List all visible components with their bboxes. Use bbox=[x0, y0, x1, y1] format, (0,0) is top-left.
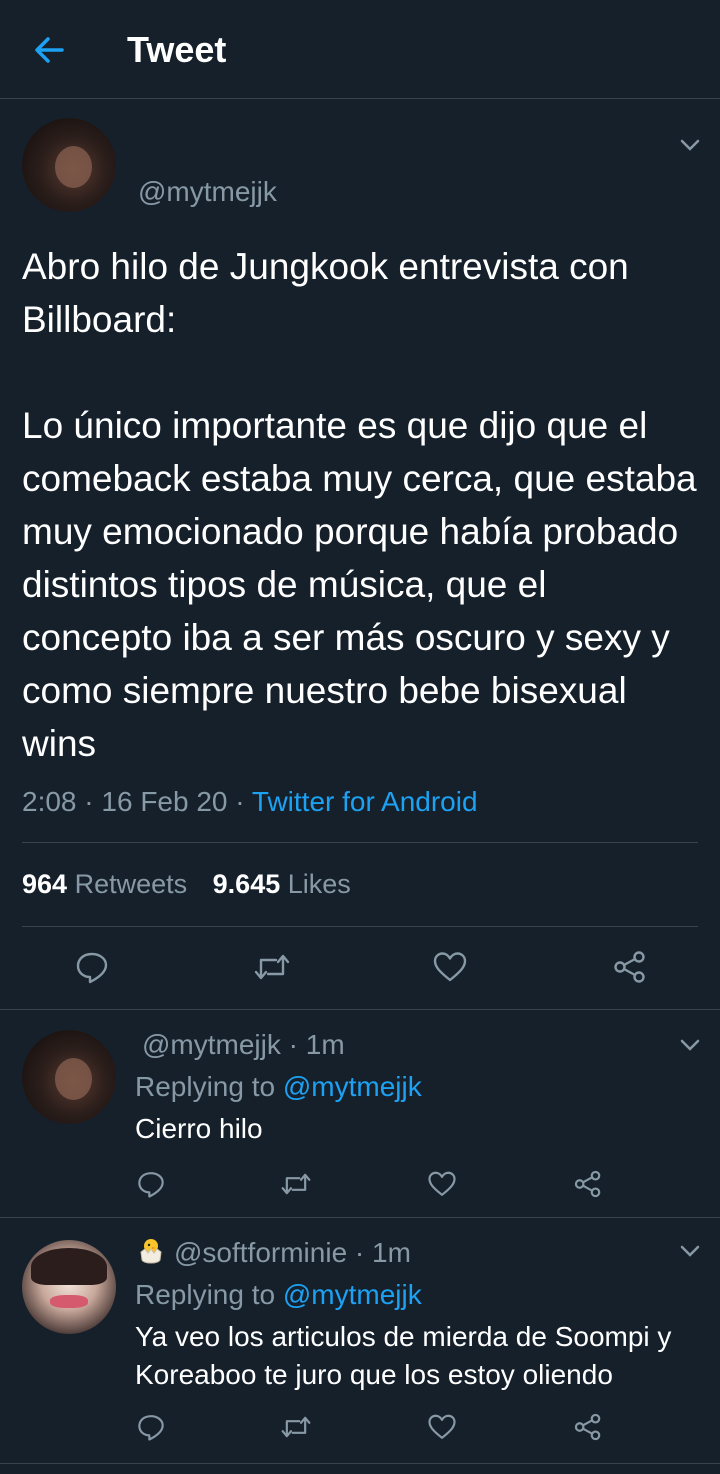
reply-author-handle[interactable]: @mytmejjk bbox=[142, 1029, 281, 1060]
retweet-icon[interactable] bbox=[277, 1408, 315, 1446]
retweet-icon[interactable] bbox=[250, 945, 294, 989]
reply-text: Ya veo los articulos de mierda de Soompi… bbox=[135, 1321, 672, 1390]
tweet-text: Abro hilo de Jungkook entrevista con Bil… bbox=[22, 246, 697, 764]
page-title: Tweet bbox=[127, 29, 227, 70]
reply-time: 1m bbox=[372, 1237, 411, 1268]
replying-to-label: Replying to bbox=[135, 1279, 276, 1310]
like-icon[interactable] bbox=[428, 945, 472, 989]
reply-divider bbox=[0, 1217, 720, 1218]
reply-author-handle[interactable]: @softforminie bbox=[174, 1237, 347, 1268]
retweets-count: 964 bbox=[22, 869, 68, 899]
like-icon[interactable] bbox=[423, 1408, 461, 1446]
tweet-time: 2:08 bbox=[22, 786, 77, 817]
tweet-date: 16 Feb 20 bbox=[101, 786, 228, 817]
header-bar: Tweet bbox=[0, 0, 720, 98]
main-tweet-divider bbox=[0, 1009, 720, 1010]
replying-to-label: Replying to bbox=[135, 1071, 276, 1102]
share-icon[interactable] bbox=[569, 1408, 607, 1446]
avatar[interactable] bbox=[22, 1030, 116, 1124]
chevron-down-icon[interactable] bbox=[675, 1030, 705, 1060]
replying-to-link[interactable]: @mytmejjk bbox=[283, 1071, 422, 1102]
avatar[interactable] bbox=[22, 118, 116, 212]
header-divider bbox=[0, 98, 720, 99]
back-arrow-icon[interactable] bbox=[30, 30, 70, 70]
chevron-down-icon[interactable] bbox=[675, 130, 705, 160]
replying-to-link[interactable]: @mytmejjk bbox=[283, 1279, 422, 1310]
stats-divider bbox=[22, 926, 698, 927]
likes-count: 9.645 bbox=[212, 869, 281, 899]
reply-divider bbox=[0, 1463, 720, 1464]
reply-text: Cierro hilo bbox=[135, 1113, 263, 1144]
like-icon[interactable] bbox=[423, 1165, 461, 1203]
share-icon[interactable] bbox=[608, 945, 652, 989]
tweet-meta: 2:08 · 16 Feb 20 · Twitter for Android bbox=[22, 786, 478, 817]
avatar[interactable] bbox=[22, 1240, 116, 1334]
reply-time: 1m bbox=[305, 1029, 345, 1060]
share-icon[interactable] bbox=[569, 1165, 607, 1203]
tweet-source-link[interactable]: Twitter for Android bbox=[252, 786, 478, 817]
reply-icon[interactable] bbox=[132, 1165, 170, 1203]
meta-divider bbox=[22, 842, 698, 843]
replying-to-line: Replying to @mytmejjk bbox=[135, 1070, 422, 1104]
hatching-chick-emoji-icon bbox=[136, 1236, 166, 1266]
retweets-stat[interactable]: 964 Retweets bbox=[22, 869, 187, 899]
retweets-label: Retweets bbox=[74, 869, 188, 899]
reply-author-line: @mytmejjk · 1m bbox=[142, 1029, 345, 1060]
tweet-stats: 964 Retweets 9.645 Likes bbox=[22, 864, 369, 904]
retweet-icon[interactable] bbox=[277, 1165, 315, 1203]
reply-author-line: @softforminie · 1m bbox=[136, 1236, 411, 1270]
tweet-author-handle[interactable]: @mytmejjk bbox=[138, 176, 277, 208]
replying-to-line: Replying to @mytmejjk bbox=[135, 1278, 422, 1312]
likes-label: Likes bbox=[287, 869, 351, 899]
chevron-down-icon[interactable] bbox=[675, 1236, 705, 1266]
reply-icon[interactable] bbox=[70, 945, 114, 989]
likes-stat[interactable]: 9.645 Likes bbox=[213, 869, 351, 899]
reply-icon[interactable] bbox=[132, 1408, 170, 1446]
